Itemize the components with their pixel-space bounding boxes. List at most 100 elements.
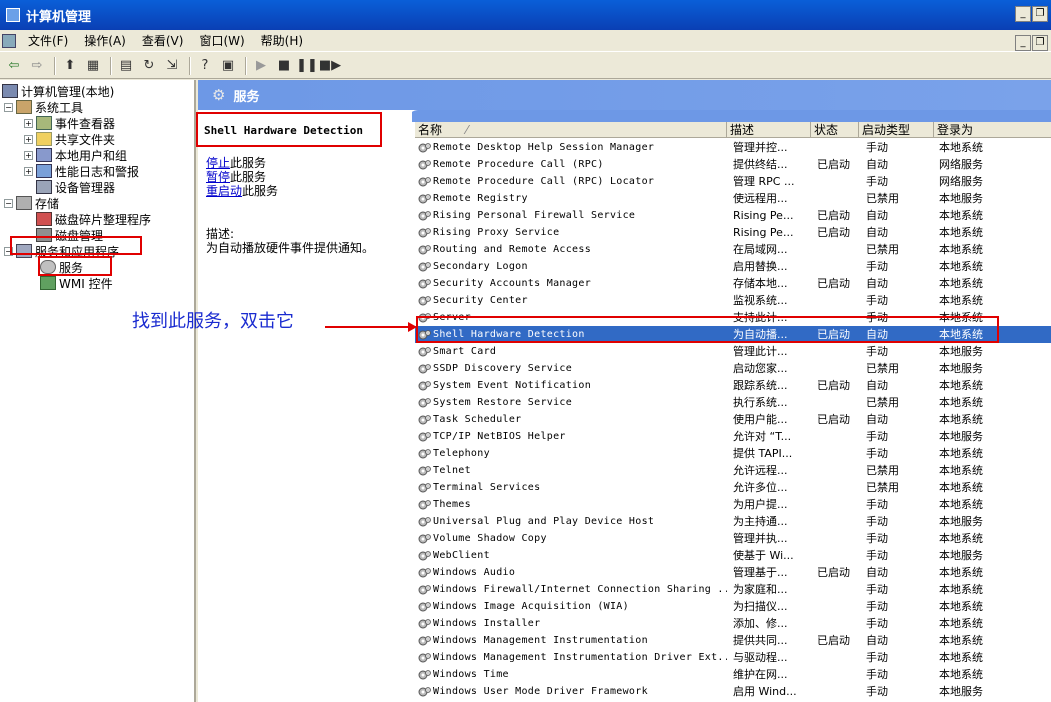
back-icon[interactable]: ⇦ bbox=[4, 56, 24, 76]
collapse-icon[interactable]: − bbox=[4, 246, 13, 256]
table-row[interactable]: Universal Plug and Play Device Host 为主持通.… bbox=[415, 513, 1051, 530]
minimize-button[interactable]: _ bbox=[1015, 6, 1031, 22]
table-row[interactable]: Rising Proxy Service Rising Pe... 已启动 自动 本地系… bbox=[415, 224, 1051, 241]
table-row[interactable]: WebClient 使基于 Wi... 手动 本地服务 bbox=[415, 547, 1051, 564]
column-logon-as[interactable]: 登录为 bbox=[934, 122, 1051, 138]
column-status[interactable]: 状态 bbox=[811, 122, 859, 138]
table-row[interactable]: Windows User Mode Driver Framework 启用 Win… bbox=[415, 683, 1051, 700]
table-row[interactable]: Remote Procedure Call (RPC) Locator 管理 RP… bbox=[415, 173, 1051, 190]
table-row[interactable]: Server 支持此计... 手动 本地系统 bbox=[415, 309, 1051, 326]
table-row[interactable]: Smart Card 管理此计... 手动 本地服务 bbox=[415, 343, 1051, 360]
table-row[interactable]: Security Center 监视系统... 手动 本地系统 bbox=[415, 292, 1051, 309]
table-row[interactable]: Windows Installer 添加、修... 手动 本地系统 bbox=[415, 615, 1051, 632]
collapse-icon[interactable]: − bbox=[4, 102, 13, 112]
restart-service-icon[interactable]: ■▶ bbox=[319, 56, 341, 76]
service-name-cell: Windows Image Acquisition (WIA) bbox=[433, 601, 629, 612]
expand-icon[interactable]: + bbox=[24, 118, 33, 128]
table-row[interactable]: Secondary Logon 启用替换... 手动 本地系统 bbox=[415, 258, 1051, 275]
show-tree-icon[interactable]: ▦ bbox=[83, 56, 103, 76]
console-icon[interactable]: ▣ bbox=[218, 56, 238, 76]
pause-service-icon[interactable]: ❚❚ bbox=[296, 56, 318, 76]
tree-defrag[interactable]: 磁盘碎片整理程序 bbox=[36, 211, 151, 227]
table-row[interactable]: Themes 为用户提... 手动 本地系统 bbox=[415, 496, 1051, 513]
refresh-icon[interactable]: ↻ bbox=[139, 56, 159, 76]
table-row[interactable]: Task Scheduler 使用户能... 已启动 自动 本地系统 bbox=[415, 411, 1051, 428]
export-list-icon[interactable]: ⇲ bbox=[162, 56, 182, 76]
wmi-icon bbox=[40, 276, 56, 290]
expand-icon[interactable]: + bbox=[24, 166, 33, 176]
tree-system-tools[interactable]: − 系统工具 bbox=[4, 99, 83, 115]
collapse-icon[interactable]: − bbox=[4, 198, 13, 208]
table-row[interactable]: Windows Management Instrumentation 提供共同..… bbox=[415, 632, 1051, 649]
column-description[interactable]: 描述 bbox=[727, 122, 811, 138]
tree-root[interactable]: 计算机管理(本地) bbox=[2, 83, 114, 99]
child-restore-button[interactable]: ❐ bbox=[1032, 35, 1048, 51]
table-row[interactable]: System Restore Service 执行系统... 已禁用 本地系统 bbox=[415, 394, 1051, 411]
tree-device-manager[interactable]: 设备管理器 bbox=[36, 179, 115, 195]
table-row[interactable]: Remote Desktop Help Session Manager 管理并控.… bbox=[415, 139, 1051, 156]
expand-icon[interactable]: + bbox=[24, 134, 33, 144]
table-row[interactable]: Routing and Remote Access 在局域网... 已禁用 本地系统 bbox=[415, 241, 1051, 258]
stop-service-icon[interactable]: ■ bbox=[274, 56, 294, 76]
menu-window[interactable]: 窗口(W) bbox=[199, 32, 244, 49]
service-startup-cell: 手动 bbox=[866, 583, 888, 596]
tree-event-viewer[interactable]: + 事件查看器 bbox=[24, 115, 115, 131]
child-minimize-button[interactable]: _ bbox=[1015, 35, 1031, 51]
column-startup-type[interactable]: 启动类型 bbox=[859, 122, 934, 138]
table-row[interactable]: Windows Firewall/Internet Connection Sha… bbox=[415, 581, 1051, 598]
table-row[interactable]: TCP/IP NetBIOS Helper 允许对 “T... 手动 本地服务 bbox=[415, 428, 1051, 445]
tree-wmi[interactable]: WMI 控件 bbox=[40, 275, 113, 291]
properties-icon[interactable]: ▤ bbox=[116, 56, 136, 76]
table-row[interactable]: Security Accounts Manager 存储本地... 已启动 自动 本地系… bbox=[415, 275, 1051, 292]
menu-view[interactable]: 查看(V) bbox=[142, 32, 184, 49]
expand-icon[interactable]: + bbox=[24, 150, 33, 160]
forward-icon[interactable]: ⇨ bbox=[27, 56, 47, 76]
help-icon[interactable]: ? bbox=[195, 56, 215, 76]
restore-button[interactable]: ❐ bbox=[1032, 6, 1048, 22]
table-row[interactable]: Windows Time 维护在网... 手动 本地系统 bbox=[415, 666, 1051, 683]
restart-link[interactable]: 重启动 bbox=[206, 184, 242, 198]
table-row[interactable]: Windows Management Instrumentation Drive… bbox=[415, 649, 1051, 666]
service-gear-icon bbox=[418, 380, 431, 392]
mmc-icon[interactable] bbox=[2, 33, 16, 48]
tree-disk-management[interactable]: 磁盘管理 bbox=[36, 227, 103, 243]
tree-perf-logs[interactable]: + 性能日志和警报 bbox=[24, 163, 139, 179]
tree-services-apps[interactable]: − 服务和应用程序 bbox=[4, 243, 119, 259]
table-row[interactable]: SSDP Discovery Service 启动您家... 已禁用 本地服务 bbox=[415, 360, 1051, 377]
service-logon-cell: 本地系统 bbox=[939, 498, 983, 511]
tree-shared-folders[interactable]: + 共享文件夹 bbox=[24, 131, 115, 147]
table-row[interactable]: Telephony 提供 TAPI... 手动 本地系统 bbox=[415, 445, 1051, 462]
menu-bar: 文件(F) 操作(A) 查看(V) 窗口(W) 帮助(H) bbox=[0, 30, 1051, 52]
service-desc-cell: 使基于 Wi... bbox=[733, 549, 794, 562]
start-service-icon[interactable]: ▶ bbox=[251, 56, 271, 76]
table-row[interactable]: Terminal Services 允许多位... 已禁用 本地系统 bbox=[415, 479, 1051, 496]
service-desc-cell: 为用户提... bbox=[733, 498, 788, 511]
tree-local-users[interactable]: + 本地用户和组 bbox=[24, 147, 127, 163]
tree-services[interactable]: 服务 bbox=[40, 259, 83, 275]
service-startup-cell: 手动 bbox=[866, 651, 888, 664]
table-row[interactable]: Remote Registry 使远程用... 已禁用 本地服务 bbox=[415, 190, 1051, 207]
menu-file[interactable]: 文件(F) bbox=[28, 32, 68, 49]
menu-help[interactable]: 帮助(H) bbox=[261, 32, 303, 49]
table-row[interactable]: Telnet 允许远程... 已禁用 本地系统 bbox=[415, 462, 1051, 479]
restart-service-action[interactable]: 重启动此服务 bbox=[206, 182, 278, 199]
service-desc-cell: 为主持通... bbox=[733, 515, 788, 528]
column-name[interactable]: 名称 ⁄ bbox=[415, 122, 727, 138]
service-name-cell: Windows Audio bbox=[433, 567, 516, 578]
service-logon-cell: 本地系统 bbox=[939, 328, 983, 341]
service-gear-icon bbox=[418, 635, 431, 647]
table-row[interactable]: Windows Audio 管理基于... 已启动 自动 本地系统 bbox=[415, 564, 1051, 581]
table-row[interactable]: Shell Hardware Detection 为自动播... 已启动 自动 本地系统 bbox=[415, 326, 1051, 343]
up-folder-icon[interactable]: ⬆ bbox=[60, 56, 80, 76]
service-logon-cell: 本地系统 bbox=[939, 260, 983, 273]
table-row[interactable]: Rising Personal Firewall Service Rising P… bbox=[415, 207, 1051, 224]
table-row[interactable]: Volume Shadow Copy 管理并执... 手动 本地系统 bbox=[415, 530, 1051, 547]
menu-action[interactable]: 操作(A) bbox=[84, 32, 126, 49]
service-name-cell: Rising Proxy Service bbox=[433, 227, 560, 238]
table-row[interactable]: Remote Procedure Call (RPC) 提供终结... 已启动 自动 网… bbox=[415, 156, 1051, 173]
table-row[interactable]: Windows Image Acquisition (WIA) 为扫描仪... 手动… bbox=[415, 598, 1051, 615]
service-logon-cell: 本地系统 bbox=[939, 668, 983, 681]
table-row[interactable]: System Event Notification 跟踪系统... 已启动 自动 本地系… bbox=[415, 377, 1051, 394]
service-name-cell: Routing and Remote Access bbox=[433, 244, 592, 255]
tree-storage[interactable]: − 存储 bbox=[4, 195, 59, 211]
